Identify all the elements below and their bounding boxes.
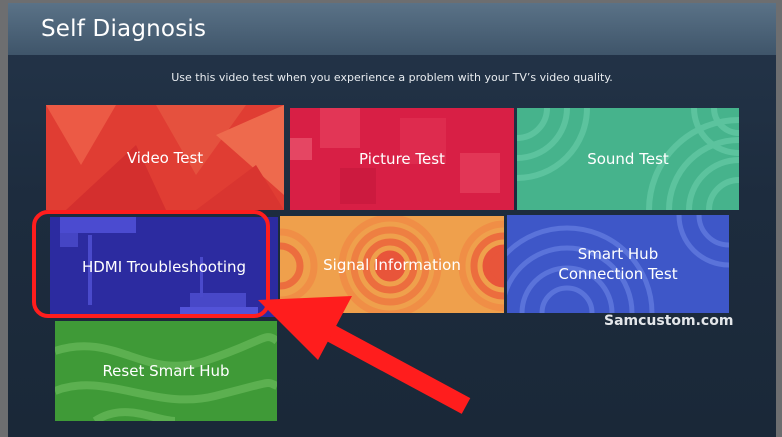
arrow-pointer-icon: [258, 296, 471, 414]
